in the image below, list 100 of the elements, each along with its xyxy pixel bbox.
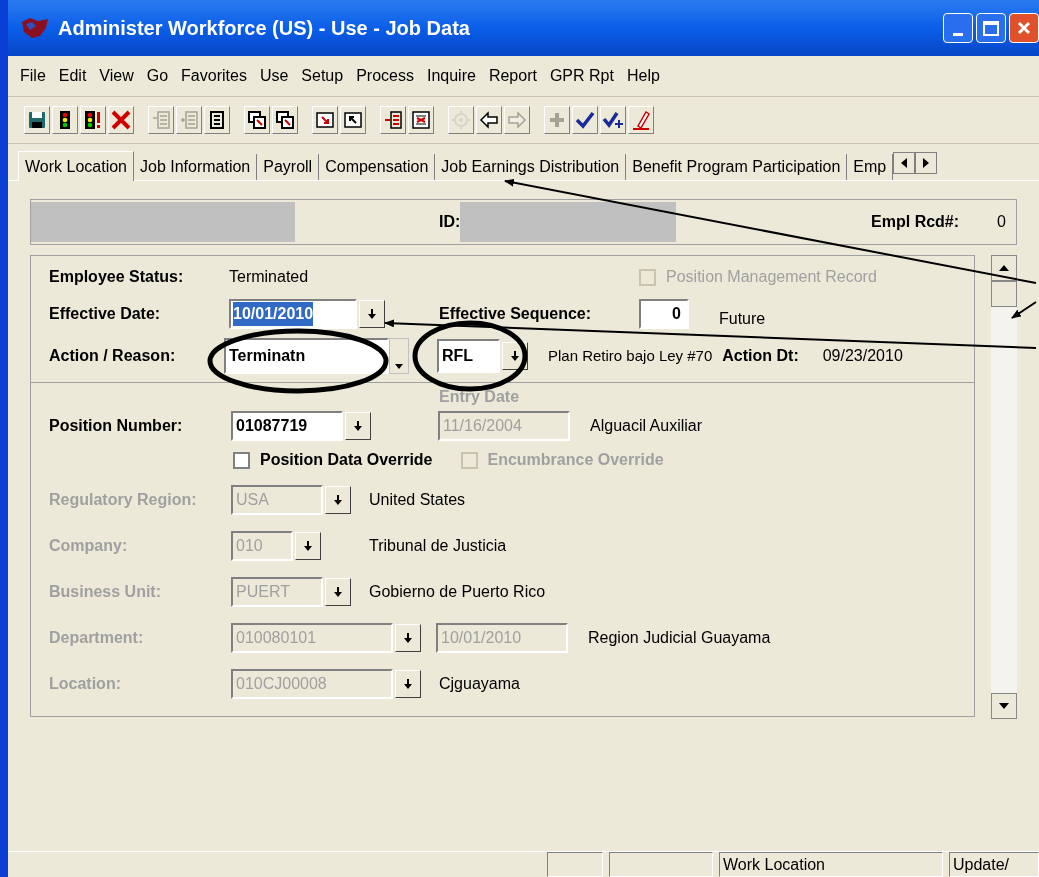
status-pane <box>547 852 603 877</box>
input-field[interactable]: 10/01/2010 <box>229 299 357 329</box>
gear-icon <box>450 109 472 131</box>
field-value: Gobierno de Puerto Rico <box>369 582 546 602</box>
toolbar-button[interactable] <box>80 106 106 134</box>
field-value: Alguacil Auxiliar <box>590 416 703 436</box>
field-label: Action / Reason: <box>49 346 177 366</box>
field-label: Position Number: <box>49 416 184 436</box>
toolbar-button[interactable] <box>272 106 298 134</box>
input-field[interactable]: RFL <box>437 339 500 373</box>
field-label: Company: <box>49 536 129 556</box>
scroll-down-button[interactable] <box>991 693 1017 719</box>
list-icon <box>150 109 172 131</box>
status-pane: Update/ <box>949 852 1039 877</box>
field-value: Terminated <box>229 267 310 287</box>
down-arrow-icon <box>354 421 362 431</box>
maximize-button[interactable] <box>976 13 1006 43</box>
field-value: Region Judicial Guayama <box>588 628 771 648</box>
empl-rcd-label: Empl Rcd#: <box>871 212 960 232</box>
field-label: Employee Status: <box>49 267 185 287</box>
arrow-box-icon <box>342 109 364 131</box>
menu-item[interactable]: Help <box>626 64 660 88</box>
down-arrow-icon <box>999 703 1010 709</box>
minimize-button[interactable] <box>943 13 973 43</box>
close-icon <box>1016 20 1032 36</box>
menu-item[interactable]: GPR Rpt <box>549 64 614 88</box>
menu-item[interactable]: Go <box>146 64 169 88</box>
menu-item[interactable]: Report <box>488 64 537 88</box>
toolbar-button[interactable] <box>244 106 270 134</box>
down-arrow-icon <box>334 495 342 505</box>
row-insert-icon <box>382 109 404 131</box>
right-arrow-icon <box>923 158 930 168</box>
down-arrow-icon <box>368 309 376 319</box>
menu-item[interactable]: Favorites <box>181 64 247 88</box>
field-label: Regulatory Region: <box>49 490 198 510</box>
close-button[interactable] <box>1009 13 1039 43</box>
status-pane: Work Location <box>719 852 943 877</box>
toolbar-button[interactable] <box>408 106 434 134</box>
column-header: Entry Date <box>439 387 520 407</box>
field-label: Effective Date: <box>49 304 162 324</box>
down-arrow-icon <box>395 364 403 369</box>
left-arrow-icon <box>478 109 500 131</box>
toolbar-button[interactable] <box>380 106 406 134</box>
check-icon <box>574 109 596 131</box>
tab-scroll-button[interactable] <box>915 152 938 174</box>
toolbar-button[interactable] <box>476 106 502 134</box>
tab-scroll-button[interactable] <box>893 152 916 174</box>
input-field[interactable]: 0 <box>639 299 689 329</box>
down-arrow-icon <box>404 633 412 643</box>
field-label: Department: <box>49 628 145 648</box>
field-value: Plan Retiro bajo Ley #70 <box>548 345 713 366</box>
windows-icon <box>246 109 268 131</box>
up-arrow-icon <box>999 265 1010 271</box>
toolbar-button[interactable] <box>572 106 598 134</box>
field-label: Location: <box>49 674 122 694</box>
list-icon <box>178 109 200 131</box>
windows-icon <box>274 109 296 131</box>
field-label: Business Unit: <box>49 582 162 602</box>
scroll-thumb[interactable] <box>991 281 1017 307</box>
field-value: Tribunal de Justicia <box>369 536 507 556</box>
toolbar-button[interactable] <box>340 106 366 134</box>
input-field[interactable]: Terminatn <box>224 338 389 374</box>
scroll-up-button[interactable] <box>991 255 1017 281</box>
row-delete-icon <box>410 109 432 131</box>
toolbar-button[interactable] <box>52 106 78 134</box>
down-arrow-icon <box>334 587 342 597</box>
field-label: Action Dt: <box>722 346 799 366</box>
tab[interactable]: Work Location <box>18 151 134 181</box>
menu-item[interactable]: Inquire <box>426 64 476 88</box>
id-label: ID: <box>439 212 461 232</box>
menu-item[interactable]: View <box>99 64 134 88</box>
check-plus-icon <box>602 109 624 131</box>
field-value: Cjguayama <box>439 674 520 694</box>
app-logo-icon <box>20 16 50 40</box>
menu-item[interactable]: Setup <box>301 64 344 88</box>
delete-icon <box>110 109 132 131</box>
checkbox[interactable]: Position Data Override <box>233 448 433 472</box>
save-icon <box>26 109 48 131</box>
field-label: Effective Sequence: <box>439 304 593 324</box>
window-title: Administer Workforce (US) - Use - Job Data <box>58 16 470 41</box>
field-value: Future <box>719 309 766 329</box>
menu-item[interactable]: Process <box>356 64 414 88</box>
toolbar-button[interactable] <box>600 106 626 134</box>
menu-item[interactable]: Use <box>259 64 289 88</box>
field-value: United States <box>369 490 466 510</box>
toolbar-button[interactable] <box>312 106 338 134</box>
arrow-box-icon <box>314 109 336 131</box>
pencil-icon <box>630 109 652 131</box>
input-field[interactable]: 01087719 <box>231 411 343 441</box>
toolbar-button[interactable] <box>24 106 50 134</box>
dropdown-button[interactable] <box>389 338 409 374</box>
empl-rcd-value: 0 <box>997 212 1006 232</box>
field-value: 09/23/2010 <box>822 346 903 366</box>
menu-item[interactable]: Edit <box>58 64 87 88</box>
toolbar-button[interactable] <box>204 106 230 134</box>
vertical-scrollbar[interactable] <box>991 255 1017 719</box>
down-arrow-icon <box>404 679 412 689</box>
left-arrow-icon <box>901 158 908 168</box>
menu-item[interactable]: File <box>20 64 46 88</box>
down-arrow-icon <box>511 351 519 361</box>
